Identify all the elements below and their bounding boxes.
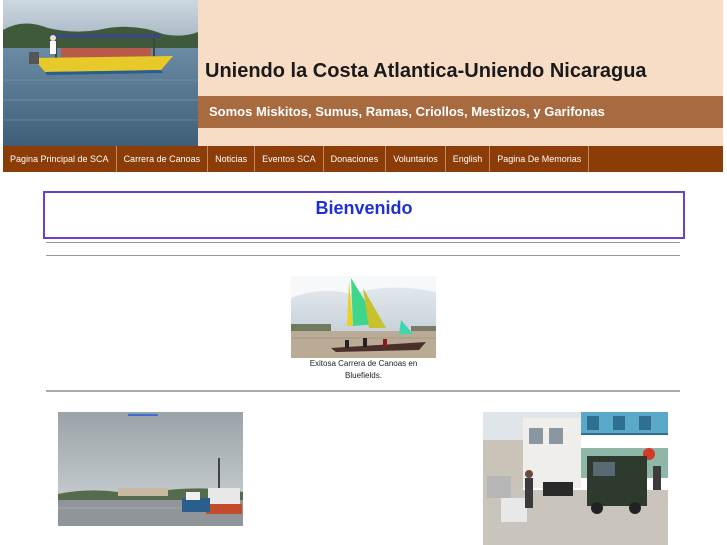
nav-item-pagina-de-memorias[interactable]: Pagina De Memorias [490, 146, 590, 172]
site-subtitle: Somos Miskitos, Sumus, Ramas, Criollos, … [209, 104, 605, 119]
town-street-photo [483, 412, 668, 545]
divider [46, 255, 680, 256]
nav-item-carrera-de-canoas[interactable]: Carrera de Canoas [117, 146, 209, 172]
harbor-boats-photo [58, 412, 243, 526]
nav-item-donaciones[interactable]: Donaciones [324, 146, 387, 172]
canoe-race-photo [291, 276, 436, 358]
nav-item-voluntarios[interactable]: Voluntarios [386, 146, 446, 172]
nav-item-noticias[interactable]: Noticias [208, 146, 256, 172]
header-boat-photo [3, 0, 198, 146]
nav-item-english[interactable]: English [446, 146, 491, 172]
site-title: Uniendo la Costa Atlantica-Uniendo Nicar… [205, 60, 647, 82]
welcome-heading: Bienvenido [315, 198, 413, 218]
divider [46, 242, 680, 243]
nav-item-pagina-principal[interactable]: Pagina Principal de SCA [3, 146, 117, 172]
divider [46, 390, 680, 392]
photo-caption: Exitosa Carrera de Canoas en Bluefields. [309, 359, 418, 380]
main-nav: Pagina Principal de SCA Carrera de Canoa… [3, 146, 723, 172]
nav-item-eventos-sca[interactable]: Eventos SCA [255, 146, 324, 172]
